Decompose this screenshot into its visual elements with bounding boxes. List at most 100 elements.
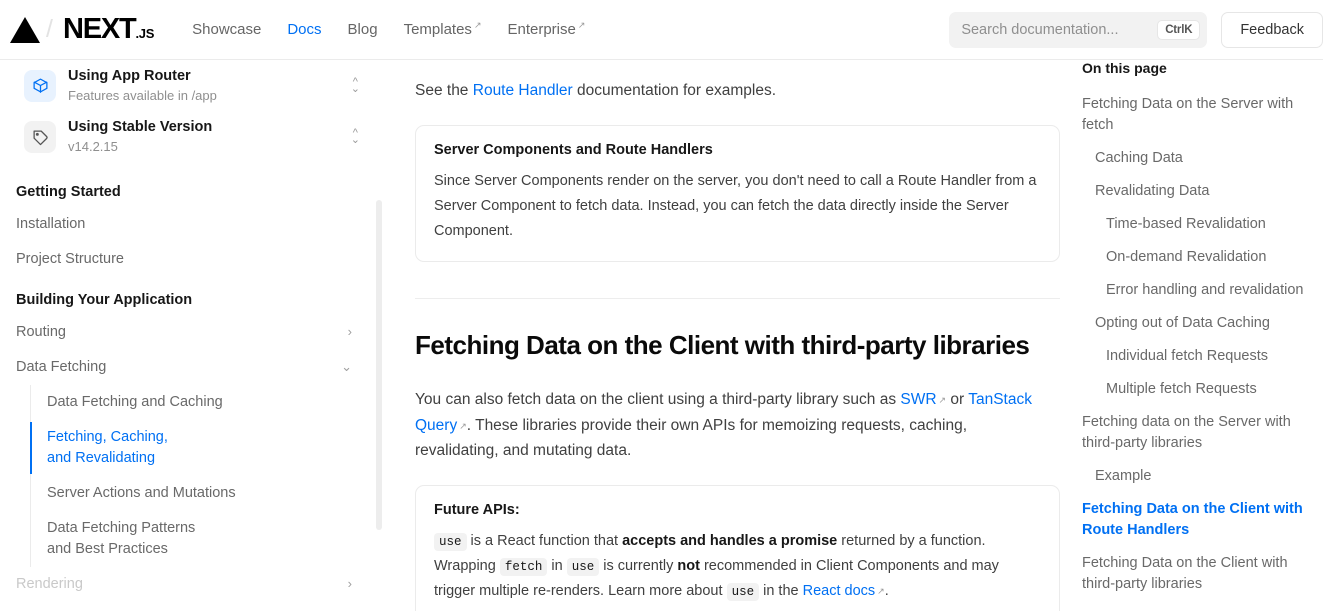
cb-t1: is a React function that [466,532,623,549]
external-link-icon: ↗ [473,20,482,30]
toc-item-example[interactable]: Example [1082,460,1309,493]
chevron-up-down-icon: ^ ⌄ [350,75,360,95]
toc-item-opting-out-of-data-caching[interactable]: Opting out of Data Caching [1082,307,1309,340]
logo-separator: / [46,15,53,43]
nav-label: Showcase [192,21,262,38]
chevron-right-icon: › [347,323,352,339]
inline-code-fetch: fetch [499,557,548,576]
chevron-right-icon: › [347,576,352,592]
sidebar-item-routing[interactable]: Routing › [0,315,390,350]
site-header: / NEXT .JS Showcase Docs Blog Templates ↗… [0,0,1323,60]
sidebar-item-label: Rendering [16,575,83,592]
page-section-heading: Fetching Data on the Client with third-p… [415,329,1030,360]
app-router-selector[interactable]: Using App Router Features available in /… [10,60,380,111]
selector-title: Using Stable Version [68,119,213,136]
sidebar-item-rendering[interactable]: Rendering › [0,567,390,602]
table-of-contents: On this page Fetching Data on the Server… [1070,60,1323,611]
sidebar-item-data-fetching-patterns-and-best-practices[interactable]: Data Fetching Patterns and Best Practice… [31,511,231,567]
toc-item-multiple-fetch-requests[interactable]: Multiple fetch Requests [1082,373,1309,406]
callout-body: Since Server Components render on the se… [434,173,1037,239]
docs-sidebar: Using App Router Features available in /… [0,60,390,611]
wordmark-suffix: .JS [135,26,155,41]
toc-item-caching-data[interactable]: Caching Data [1082,142,1309,175]
sidebar-nav: Getting Started Installation Project Str… [0,177,390,602]
content-divider [415,297,1060,299]
sidebar-item-installation[interactable]: Installation [0,207,390,242]
selector-title: Using App Router [68,68,191,84]
feedback-button[interactable]: Feedback [1221,11,1323,48]
toc-item-error-handling-and-revalidation[interactable]: Error handling and revalidation [1082,274,1309,307]
box-icon [24,69,56,102]
inline-code-use-2: use [566,557,600,576]
callout-future-apis: Future APIs: use is a React function tha… [415,484,1060,611]
nav-item-templates[interactable]: Templates ↗ [403,20,482,38]
intro-post: documentation for examples. [572,82,777,99]
primary-nav: Showcase Docs Blog Templates ↗ Enterprise… [192,20,586,38]
app-router-selector-text: Using App Router Features available in /… [68,67,351,104]
sidebar-item-label: Installation [16,215,86,232]
inline-code-use: use [434,532,467,551]
toc-item-time-based-revalidation[interactable]: Time-based Revalidation [1082,208,1309,241]
toc-item-individual-fetch-requests[interactable]: Individual fetch Requests [1082,340,1309,373]
inline-code-use-3: use [726,582,760,601]
header-actions: Search documentation... CtrlK Feedback [949,11,1323,48]
data-fetching-subnav: Data Fetching and Caching Fetching, Cach… [30,384,390,567]
nav-item-docs[interactable]: Docs [287,21,321,38]
external-link-icon: ↗ [938,395,947,406]
callout-server-components: Server Components and Route Handlers Sin… [415,125,1060,262]
toc-item-fetching-data-server-fetch[interactable]: Fetching Data on the Server with fetch [1082,88,1309,142]
cb-t4: is currently [599,557,678,574]
wordmark-text: NEXT [62,13,137,45]
version-selector-text: Using Stable Version v14.2.15 [68,118,351,155]
callout-title: Server Components and Route Handlers [434,142,713,159]
sidebar-item-fetching-caching-and-revalidating[interactable]: Fetching, Caching, and Revalidating [30,420,206,476]
third-party-paragraph: You can also fetch data on the client us… [415,387,1037,462]
swr-link[interactable]: SWR ↗ [900,391,946,408]
search-shortcut-badge: CtrlK [1157,19,1201,40]
sidebar-item-label: Routing [16,323,66,340]
selector-subtitle: v14.2.15 [68,139,118,155]
nav-item-showcase[interactable]: Showcase [192,21,261,38]
react-docs-link[interactable]: React docs ↗ [803,583,885,599]
toc-item-fetching-data-server-third-party[interactable]: Fetching data on the Server with third-p… [1082,406,1309,460]
chevron-up-down-icon: ^ ⌄ [350,127,360,147]
callout-body: use is a React function that accepts and… [434,529,1041,604]
para-text-3: . These libraries provide their own APIs… [415,416,968,459]
search-placeholder: Search documentation... [961,21,1119,38]
toc-item-fetching-data-client-route-handlers[interactable]: Fetching Data on the Client with Route H… [1082,493,1309,547]
para-text-1: You can also fetch data on the client us… [415,391,901,409]
toc-item-on-demand-revalidation[interactable]: On-demand Revalidation [1082,241,1309,274]
route-handler-link[interactable]: Route Handler [473,82,573,99]
nextjs-triangle-logo-icon [10,16,40,43]
intro-pre: See the [415,82,473,99]
sidebar-item-project-structure[interactable]: Project Structure [0,242,390,277]
nav-label: Templates [403,21,472,38]
cb-bold-2: not [677,557,700,574]
nav-item-enterprise[interactable]: Enterprise ↗ [507,20,586,38]
sidebar-item-data-fetching-and-caching[interactable]: Data Fetching and Caching [31,385,390,420]
sidebar-section-getting-started: Getting Started [16,183,121,200]
sidebar-item-server-actions-and-mutations[interactable]: Server Actions and Mutations [31,476,390,511]
toc-item-fetching-data-client-third-party[interactable]: Fetching Data on the Client with third-p… [1082,547,1309,601]
sidebar-item-label: Project Structure [16,250,124,267]
nav-label: Blog [347,21,378,38]
cb-t3: in [547,557,567,574]
react-docs-label: React docs [802,582,876,599]
nextjs-wordmark: NEXT .JS [63,13,154,46]
sidebar-scrollbar[interactable] [376,200,382,530]
sidebar-section-building-your-application: Building Your Application [16,291,193,308]
sidebar-item-label: Data Fetching [16,358,107,375]
nav-item-blog[interactable]: Blog [348,21,378,38]
toc-heading: On this page [1082,60,1167,76]
sidebar-item-data-fetching[interactable]: Data Fetching ⌄ [0,350,390,385]
toc-item-revalidating-data[interactable]: Revalidating Data [1082,175,1309,208]
main-content: See the Route Handler documentation for … [390,60,1070,611]
logo-group[interactable]: / NEXT .JS [0,13,154,46]
swr-link-label: SWR [900,391,937,409]
cb-t7: . [884,582,889,599]
external-link-icon: ↗ [577,20,586,30]
nav-label: Enterprise [507,21,576,38]
version-selector[interactable]: Using Stable Version v14.2.15 ^ ⌄ [10,111,380,162]
search-input[interactable]: Search documentation... CtrlK [949,11,1208,48]
para-text-2: or [946,391,969,409]
